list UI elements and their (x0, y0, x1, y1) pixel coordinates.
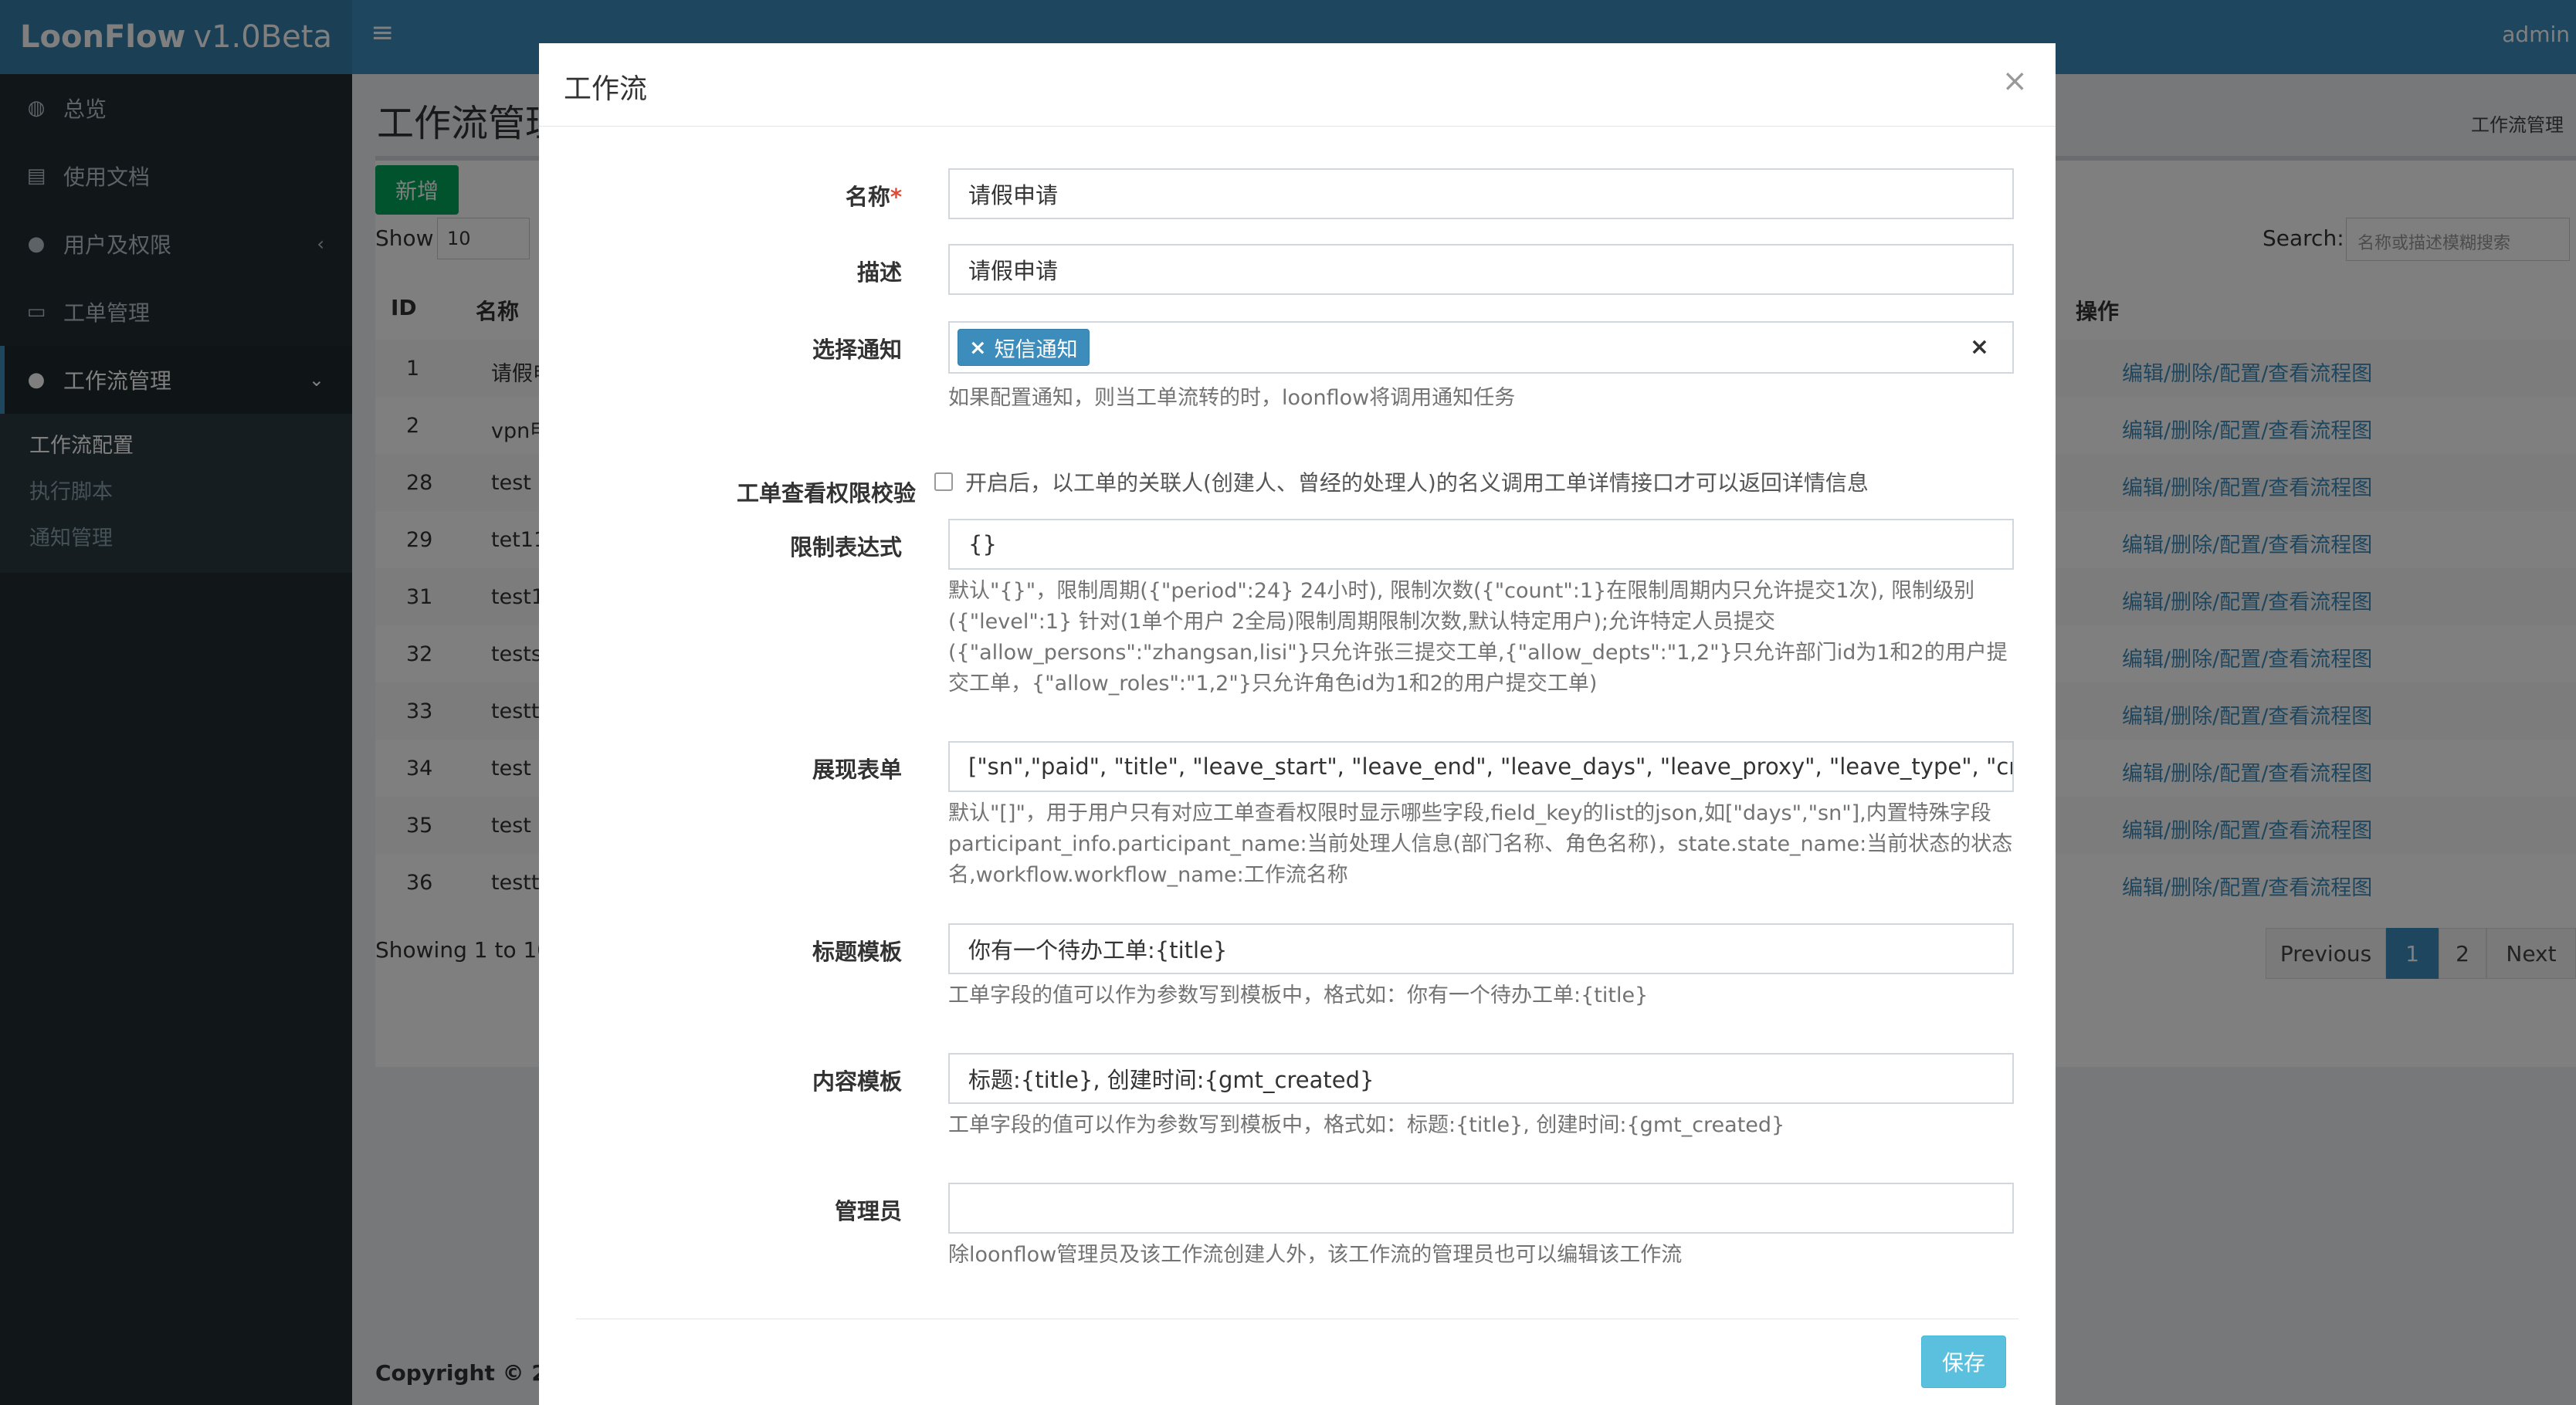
workflow-modal: 工作流 × 名称* 请假申请 描述 请假申请 选择通知 × 短信通知 × 如果配… (539, 43, 2056, 1405)
view-permission-checkbox[interactable] (934, 472, 953, 491)
admins-input[interactable] (948, 1183, 2014, 1234)
content-template-input[interactable]: 标题:{title}, 创建时间:{gmt_created} (948, 1053, 2014, 1104)
save-button[interactable]: 保存 (1921, 1336, 2006, 1388)
description-label: 描述 (856, 259, 902, 286)
display-form-input[interactable]: ["sn","paid", "title", "leave_start", "l… (948, 741, 2014, 792)
title-template-label: 标题模板 (812, 939, 902, 965)
display-form-help: 默认"[]"，用于用户只有对应工单查看权限时显示哪些字段,field_key的l… (948, 801, 2013, 887)
notice-help: 如果配置通知，则当工单流转的时，loonflow将调用通知任务 (948, 386, 1516, 410)
limit-expression-input[interactable]: {} (948, 519, 2014, 570)
title-template-help: 工单字段的值可以作为参数写到模板中，格式如：你有一个待办工单:{title} (948, 984, 1649, 1007)
title-template-input[interactable]: 你有一个待办工单:{title} (948, 923, 2014, 974)
limit-expression-help: 默认"{}"，限制周期({"period":24} 24小时), 限制次数({"… (948, 579, 2008, 696)
name-label-text: 名称 (845, 184, 890, 210)
view-permission-row: 开启后，以工单的关联人(创建人、曾经的处理人)的名义调用工单详情接口才可以返回详… (934, 466, 1869, 497)
modal-title: 工作流 (564, 73, 648, 105)
clear-selection-icon[interactable]: × (1970, 333, 1989, 361)
notice-tag-label: 短信通知 (994, 337, 1078, 362)
view-permission-text: 开启后，以工单的关联人(创建人、曾经的处理人)的名义调用工单详情接口才可以返回详… (965, 470, 1869, 496)
name-input[interactable]: 请假申请 (948, 168, 2014, 219)
display-form-label: 展现表单 (812, 757, 902, 783)
admins-help: 除loonflow管理员及该工作流创建人外，该工作流的管理员也可以编辑该工作流 (948, 1243, 1683, 1267)
notice-label: 选择通知 (812, 337, 902, 363)
name-label: 名称* (539, 179, 902, 212)
notice-tag[interactable]: × 短信通知 (958, 329, 1090, 366)
limit-expression-label: 限制表达式 (789, 534, 902, 560)
admins-label: 管理员 (834, 1198, 902, 1224)
modal-header: 工作流 × (539, 43, 2056, 127)
modal-footer (576, 1319, 2018, 1405)
close-icon[interactable]: × (2001, 63, 2028, 99)
notice-multiselect[interactable]: × 短信通知 × (948, 321, 2014, 374)
content-template-help: 工单字段的值可以作为参数写到模板中，格式如：标题:{title}, 创建时间:{… (948, 1113, 1785, 1137)
content-template-label: 内容模板 (812, 1068, 902, 1095)
tag-remove-icon[interactable]: × (969, 336, 987, 360)
description-input[interactable]: 请假申请 (948, 244, 2014, 295)
view-permission-label: 工单查看权限校验 (736, 480, 916, 506)
required-mark: * (890, 184, 902, 210)
